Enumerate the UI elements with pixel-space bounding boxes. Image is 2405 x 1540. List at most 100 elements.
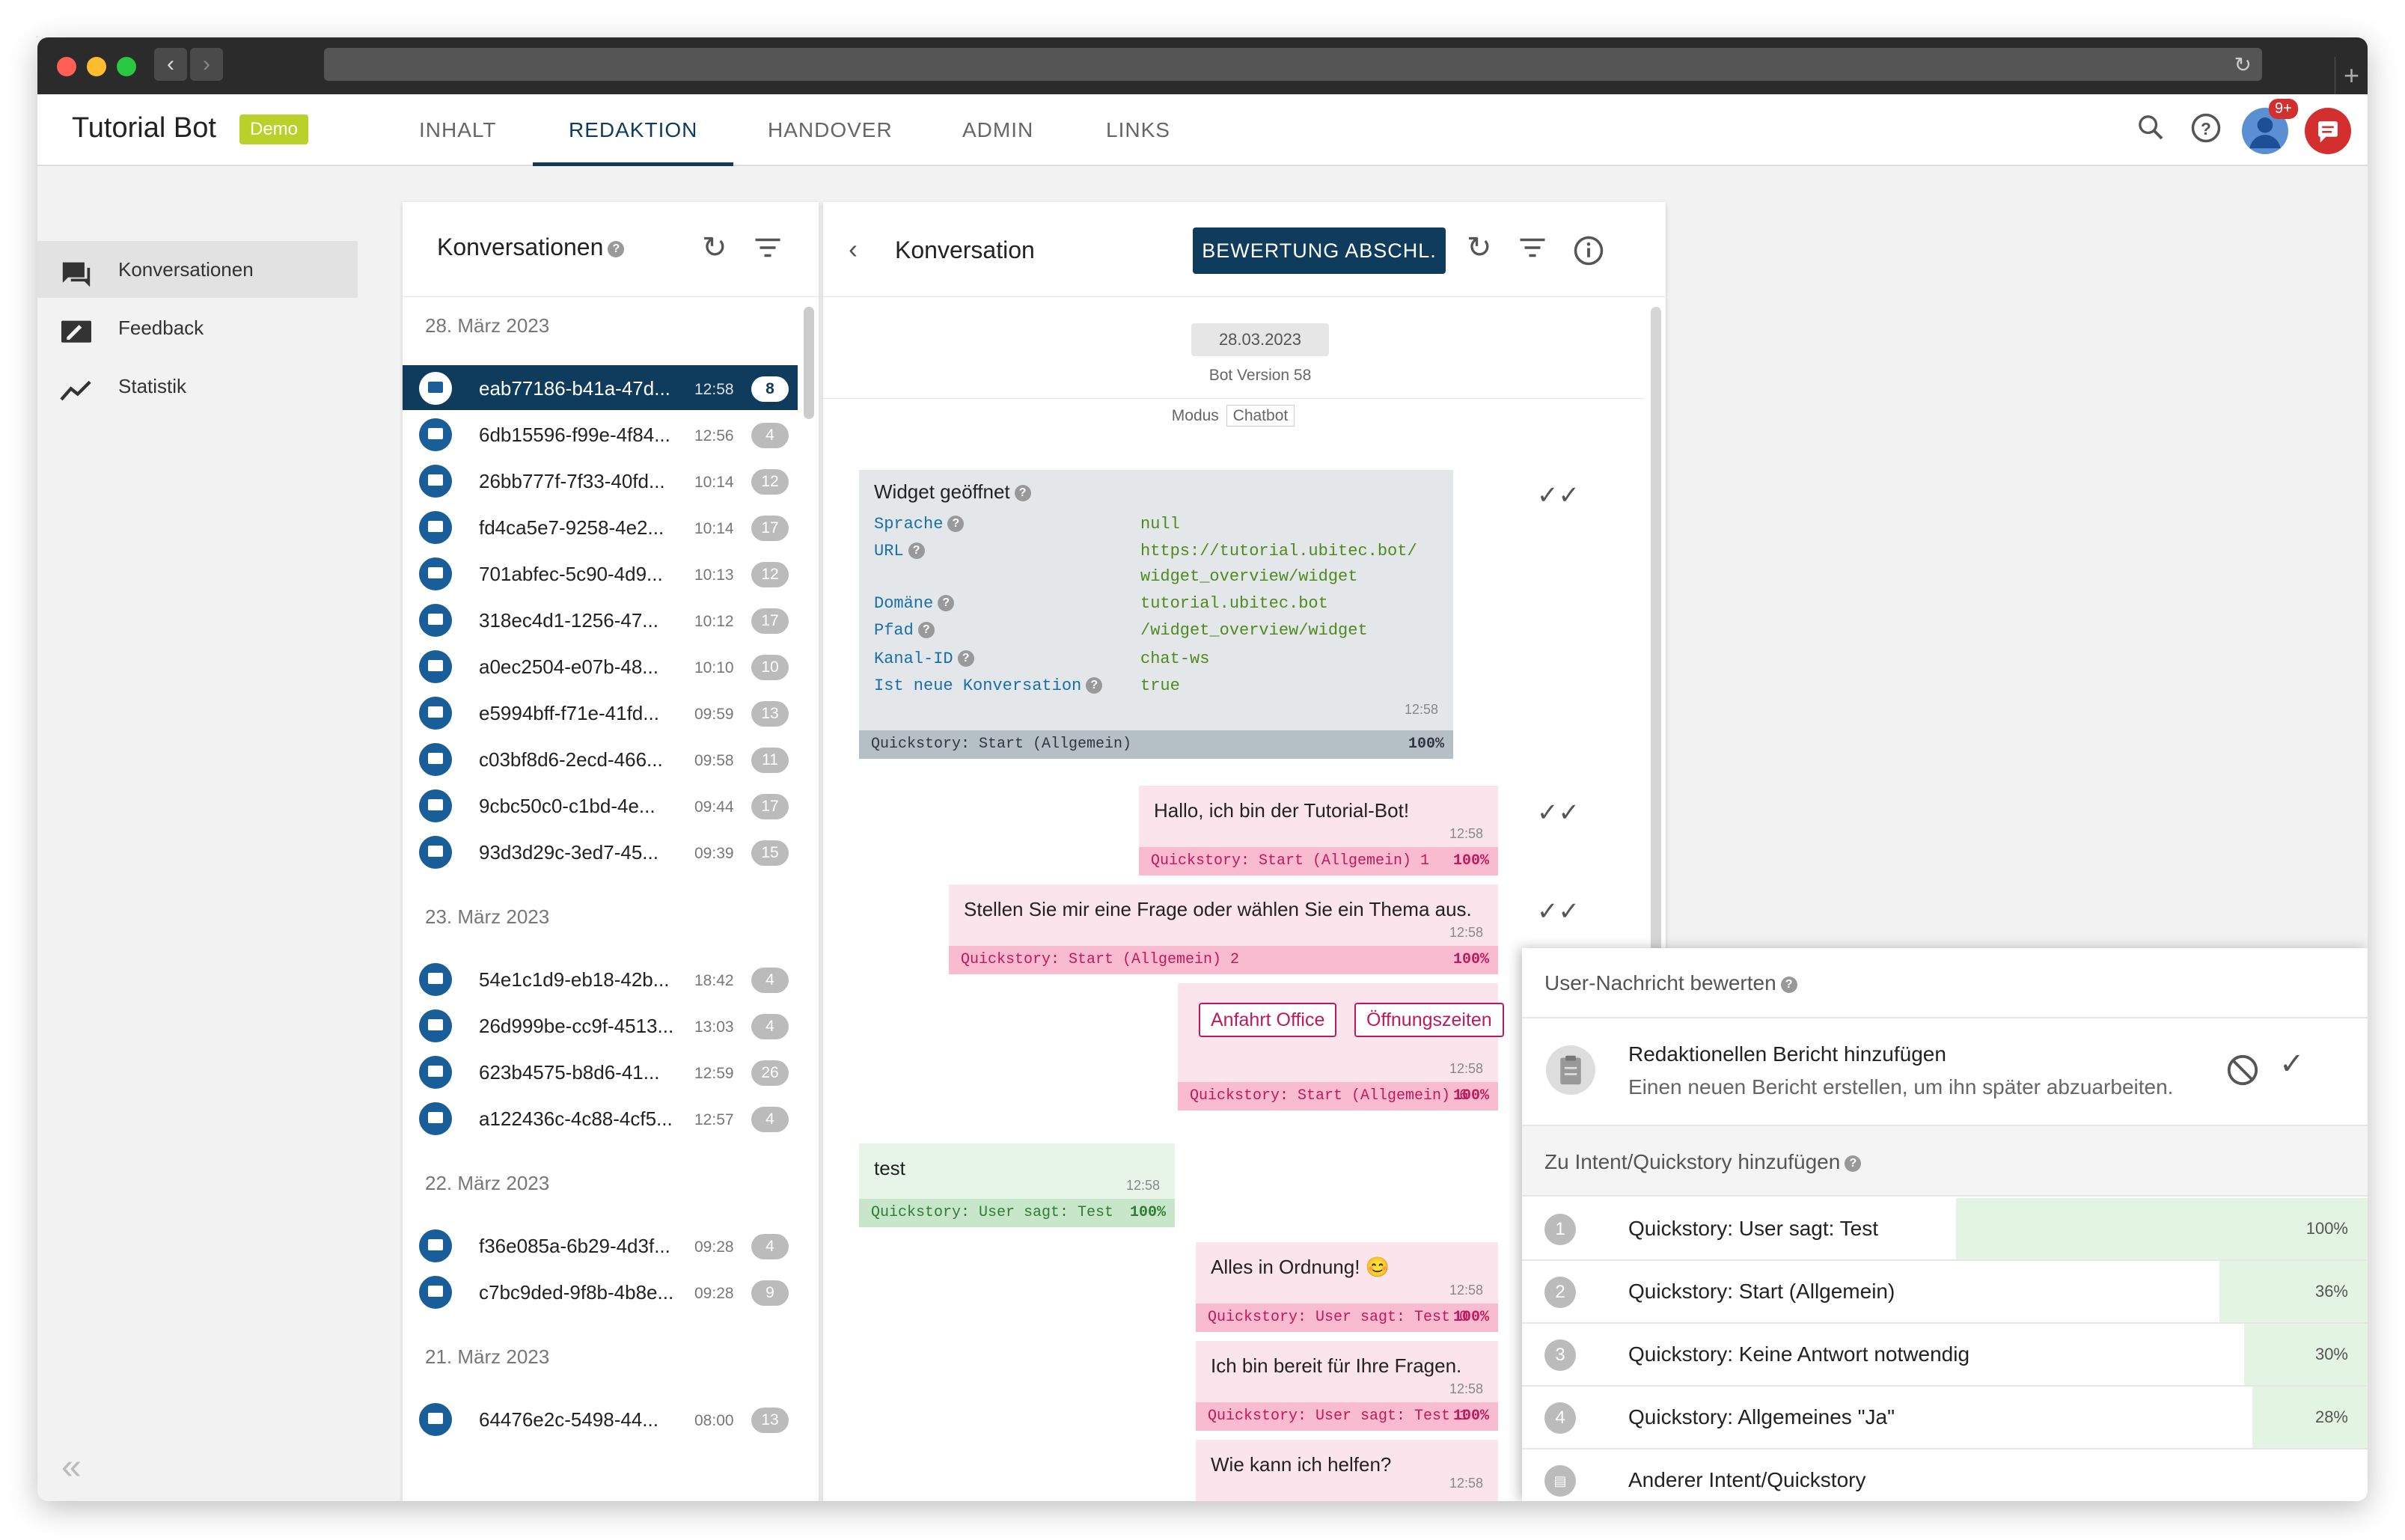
help-icon[interactable]: ? — [938, 595, 955, 612]
bot-message-bubble[interactable]: Hallo, ich bin der Tutorial-Bot! 12:58 Qui… — [1139, 786, 1498, 876]
info-icon[interactable] — [1573, 235, 1604, 270]
intent-percent: 36% — [2314, 1282, 2348, 1301]
close-window-button[interactable] — [57, 57, 76, 76]
conversation-id: 64476e2c-5498-44... — [479, 1408, 658, 1431]
widget-field-key: Pfad? — [874, 621, 935, 640]
tab-redaktion[interactable]: REDAKTION — [533, 94, 734, 166]
list-item[interactable]: a0ec2504-e07b-48... 10:10 10 — [403, 644, 798, 688]
intent-score-bar — [2252, 1387, 2368, 1448]
quick-reply-button[interactable]: Öffnungszeiten — [1354, 1003, 1504, 1037]
intent-row[interactable]: 2 Quickstory: Start (Allgemein) 36% — [1522, 1261, 2368, 1324]
list-item[interactable]: 9cbc50c0-c1bd-4e... 09:44 17 — [403, 783, 798, 828]
app-header: Tutorial Bot Demo INHALT REDAKTION HANDO… — [37, 94, 2368, 166]
list-item[interactable]: fd4ca5e7-9258-4e2... 10:14 17 — [403, 504, 798, 549]
conversation-id: fd4ca5e7-9258-4e2... — [479, 516, 664, 539]
list-item[interactable]: f36e085a-6b29-4d3f... 09:28 4 — [403, 1223, 798, 1268]
chat-bubble-icon — [419, 465, 452, 498]
list-item[interactable]: 54e1c1d9-eb18-42b... 18:42 4 — [403, 956, 798, 1001]
list-item[interactable]: e5994bff-f71e-41fd... 09:59 13 — [403, 690, 798, 735]
chat-widget-icon[interactable] — [2305, 108, 2351, 154]
help-icon[interactable]: ? — [1086, 677, 1103, 694]
widget-field-key: Domäne? — [874, 594, 955, 613]
other-intent-row[interactable]: ▤ Anderer Intent/Quickstory — [1522, 1449, 2368, 1501]
intent-row[interactable]: 1 Quickstory: User sagt: Test 100% — [1522, 1198, 2368, 1261]
list-item[interactable]: 623b4575-b8d6-41... 12:59 26 — [403, 1049, 798, 1094]
list-item[interactable]: 318ec4d1-1256-47... 10:12 17 — [403, 597, 798, 642]
browser-chrome: ‹ › ↻ + — [37, 37, 2368, 94]
message-count-badge: 11 — [751, 748, 789, 773]
quick-reply-button[interactable]: Anfahrt Office — [1199, 1003, 1337, 1037]
help-icon[interactable]: ? — [917, 622, 935, 639]
bot-message-bubble[interactable]: Anfahrt Office Öffnungszeiten 12:58 Quickst… — [1178, 983, 1504, 1110]
intent-row[interactable]: 4 Quickstory: Allgemeines "Ja" 28% — [1522, 1387, 2368, 1449]
tab-inhalt[interactable]: INHALT — [419, 94, 497, 166]
filter-icon[interactable] — [754, 236, 781, 263]
help-icon[interactable]: ? — [2188, 112, 2224, 148]
refresh-icon[interactable]: ↻ — [702, 230, 727, 265]
message-footer: Quickstory: User sagt: Test 0 100% — [1196, 1304, 1498, 1332]
message-footer: Quickstory: User sagt: Test 100% — [859, 1199, 1175, 1227]
help-icon[interactable]: ? — [1845, 1155, 1862, 1172]
list-item[interactable]: c03bf8d6-2ecd-466... 09:58 11 — [403, 736, 798, 781]
list-item[interactable]: c7bc9ded-9f8b-4b8e... 09:28 9 — [403, 1269, 798, 1314]
intent-rank: 2 — [1544, 1277, 1576, 1308]
list-item[interactable]: 701abfec-5c90-4d9... 10:13 12 — [403, 551, 798, 596]
filter-icon[interactable] — [1519, 236, 1546, 263]
browser-forward-icon[interactable]: › — [190, 48, 223, 81]
back-chevron-icon[interactable]: ‹ — [849, 233, 858, 265]
list-item[interactable]: 64476e2c-5498-44... 08:00 13 — [403, 1396, 798, 1441]
report-title: Redaktionellen Bericht hinzufügen — [1628, 1042, 1946, 1066]
bot-message-bubble[interactable]: Stellen Sie mir eine Frage oder wählen S… — [949, 884, 1498, 974]
minimize-window-button[interactable] — [87, 57, 106, 76]
conversation-id: 93d3d29c-3ed7-45... — [479, 841, 658, 864]
list-item[interactable]: 26d999be-cc9f-4513... 13:03 4 — [403, 1003, 798, 1048]
list-item[interactable]: eab77186-b41a-47d... 12:58 8 — [403, 365, 798, 410]
conversation-time: 09:28 — [694, 1238, 734, 1256]
confirm-check-icon[interactable]: ✓ — [2279, 1047, 2305, 1081]
intent-row[interactable]: 3 Quickstory: Keine Antwort notwendig 30% — [1522, 1324, 2368, 1387]
new-tab-icon[interactable]: + — [2335, 57, 2368, 94]
refresh-icon[interactable]: ↻ — [1467, 230, 1492, 265]
collapse-sidebar-icon[interactable]: « — [61, 1446, 82, 1488]
sidebar-item-feedback[interactable]: Feedback — [37, 299, 358, 356]
user-message-bubble[interactable]: test 12:58 Quickstory: User sagt: Test 100% — [859, 1143, 1175, 1227]
date-group-heading: 22. März 2023 — [425, 1172, 550, 1194]
help-icon[interactable]: ? — [608, 240, 625, 257]
intent-percent: 30% — [2314, 1345, 2348, 1363]
sidebar-item-statistik[interactable]: Statistik — [37, 358, 358, 415]
list-item[interactable]: 93d3d29c-3ed7-45... 09:39 15 — [403, 829, 798, 874]
block-icon[interactable] — [2225, 1053, 2260, 1091]
finish-rating-button[interactable]: BEWERTUNG ABSCHL. — [1193, 227, 1446, 274]
sidebar-item-konversationen[interactable]: Konversationen — [37, 241, 358, 298]
help-icon[interactable]: ? — [908, 543, 925, 560]
report-row[interactable]: Redaktionellen Bericht hinzufügen Einen … — [1522, 1020, 2368, 1123]
reload-icon[interactable]: ↻ — [2234, 52, 2252, 77]
list-item[interactable]: 26bb777f-7f33-40fd... 10:14 12 — [403, 458, 798, 503]
list-item[interactable]: a122436c-4c88-4cf5... 12:57 4 — [403, 1096, 798, 1140]
browser-back-icon[interactable]: ‹ — [154, 48, 187, 81]
tab-handover[interactable]: HANDOVER — [768, 94, 893, 166]
widget-event-bubble[interactable]: Widget geöffnet? Sprache? null URL? https:/… — [859, 470, 1453, 759]
chat-icon — [60, 254, 93, 287]
tab-links[interactable]: LINKS — [1106, 94, 1170, 166]
help-icon[interactable]: ? — [957, 650, 974, 667]
bot-message-bubble[interactable]: Ich bin bereit für Ihre Fragen. 12:58 Quic… — [1196, 1341, 1498, 1431]
url-bar[interactable]: ↻ — [324, 48, 2262, 81]
message-text: test — [874, 1157, 905, 1179]
chat-bubble-icon — [419, 1276, 452, 1309]
chat-bubble-icon — [419, 1403, 452, 1436]
list-item[interactable]: 6db15596-f99e-4f84... 12:56 4 — [403, 412, 798, 456]
maximize-window-button[interactable] — [117, 57, 136, 76]
help-icon[interactable]: ? — [947, 516, 965, 533]
search-icon[interactable] — [2133, 112, 2169, 148]
message-count-badge: 10 — [751, 655, 789, 680]
tab-admin[interactable]: ADMIN — [962, 94, 1033, 166]
help-icon[interactable]: ? — [1780, 976, 1797, 993]
bot-message-bubble[interactable]: Wie kann ich helfen? 12:58 — [1196, 1440, 1498, 1501]
conversation-id: c7bc9ded-9f8b-4b8e... — [479, 1281, 674, 1304]
list-scrollbar[interactable] — [804, 307, 814, 419]
bot-message-bubble[interactable]: Alles in Ordnung! 😊 12:58 Quickstory: User… — [1196, 1242, 1498, 1332]
help-icon[interactable]: ? — [1014, 485, 1031, 502]
conversation-time: 18:42 — [694, 972, 734, 989]
conversation-time: 12:58 — [694, 381, 734, 398]
